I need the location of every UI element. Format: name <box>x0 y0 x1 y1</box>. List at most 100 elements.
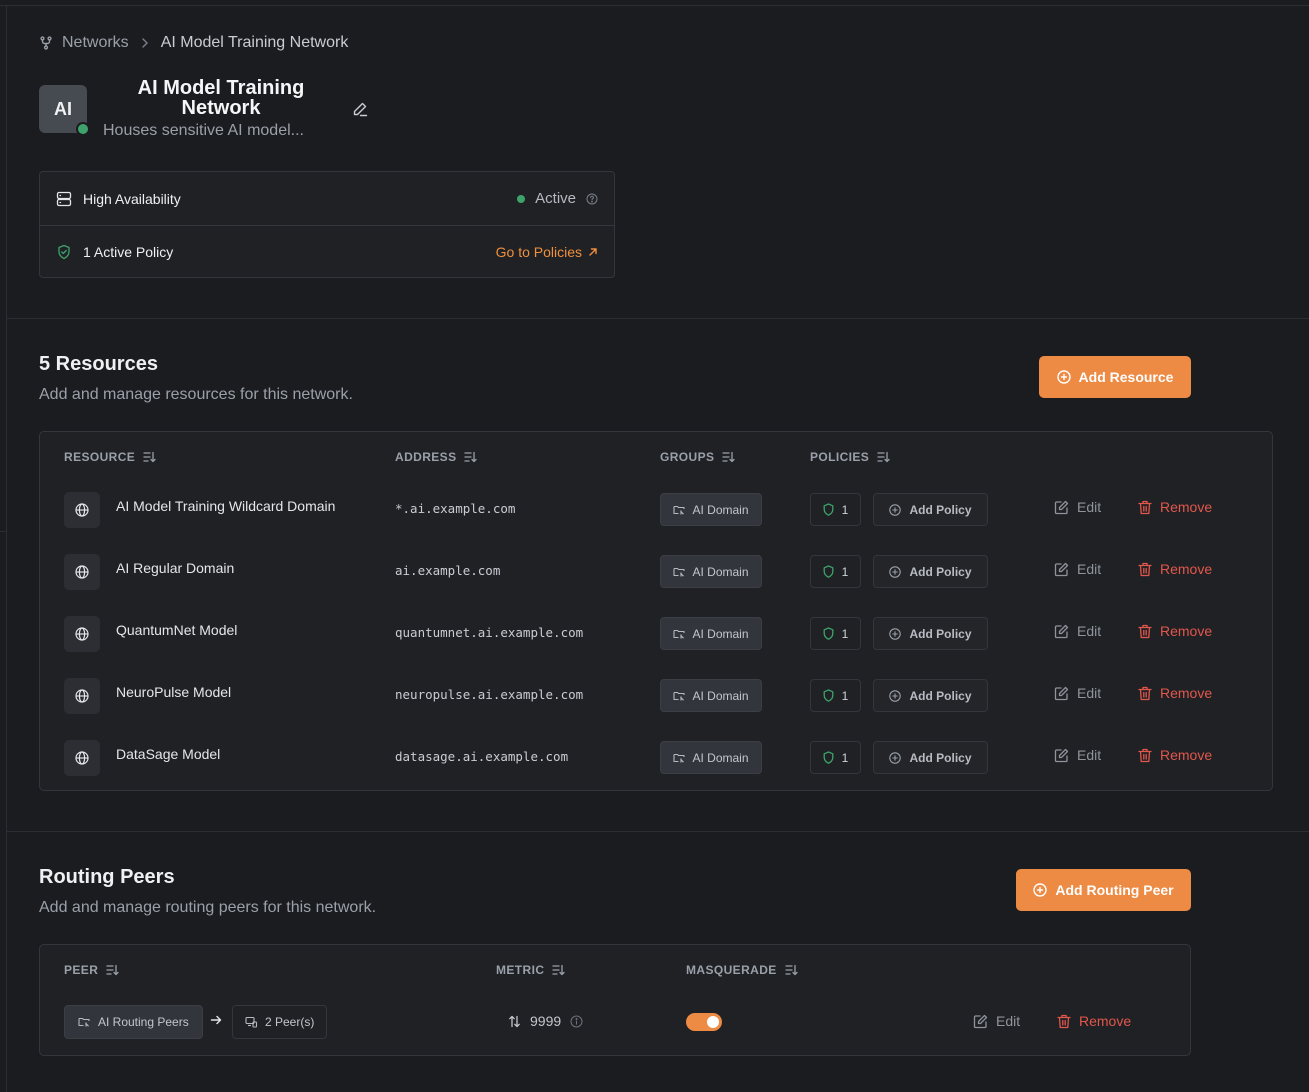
policy-count-badge[interactable]: 1 <box>810 679 861 712</box>
group-badge[interactable]: AI Domain <box>660 617 762 650</box>
add-policy-button[interactable]: Add Policy <box>873 741 988 774</box>
peer-count: 2 Peer(s) <box>265 1015 315 1029</box>
sort-icon <box>464 451 478 463</box>
peer-group-name: AI Routing Peers <box>98 1015 189 1029</box>
sort-icon <box>785 964 798 976</box>
column-header-masquerade[interactable]: MASQUERADE <box>686 963 798 977</box>
column-header-label: RESOURCE <box>64 450 136 464</box>
remove-button[interactable]: Remove <box>1138 561 1212 577</box>
folder-group-icon <box>673 566 686 578</box>
remove-button[interactable]: Remove <box>1138 623 1212 639</box>
column-header-resource[interactable]: RESOURCE <box>64 450 156 464</box>
shield-check-icon <box>56 244 72 260</box>
folder-group-icon <box>78 1016 91 1028</box>
group-name: AI Domain <box>692 626 749 641</box>
add-policy-label: Add Policy <box>909 626 972 641</box>
resource-name: AI Model Training Wildcard Domain <box>116 498 336 514</box>
metric-number: 9999 <box>530 1013 562 1029</box>
column-header-peer[interactable]: PEER <box>64 963 119 977</box>
column-header-address[interactable]: ADDRESS <box>395 450 478 464</box>
masquerade-toggle[interactable] <box>686 1013 722 1031</box>
column-header-metric[interactable]: METRIC <box>496 963 566 977</box>
group-name: AI Domain <box>692 750 749 765</box>
resource-address: *.ai.example.com <box>395 501 516 516</box>
remove-button[interactable]: Remove <box>1138 685 1212 701</box>
resource-name: NeuroPulse Model <box>116 684 232 700</box>
column-header-groups[interactable]: GROUPS <box>660 450 736 464</box>
edit-button[interactable]: Edit <box>1054 623 1101 639</box>
add-policy-label: Add Policy <box>909 688 972 703</box>
group-badge[interactable]: AI Domain <box>660 493 762 526</box>
arrow-right-icon <box>210 1014 222 1026</box>
go-to-policies-link[interactable]: Go to Policies <box>496 244 598 260</box>
edit-button[interactable]: Edit <box>1054 561 1101 577</box>
table-row: QuantumNet Model quantumnet.ai.example.c… <box>40 613 1272 653</box>
policy-count-badge[interactable]: 1 <box>810 555 861 588</box>
resources-table: RESOURCE ADDRESS GROUPS POLICIES AI Mode… <box>39 431 1273 791</box>
trash-icon <box>1057 1014 1071 1029</box>
policy-count-badge[interactable]: 1 <box>810 617 861 650</box>
sort-icon <box>143 451 156 463</box>
remove-label: Remove <box>1160 685 1213 701</box>
metric-value: 9999 <box>508 1013 583 1029</box>
section-divider <box>7 831 1309 832</box>
trash-icon <box>1138 686 1152 701</box>
online-status-dot <box>76 122 90 136</box>
active-policy-row: 1 Active Policy Go to Policies <box>40 225 614 278</box>
column-header-label: METRIC <box>496 963 545 977</box>
add-policy-button[interactable]: Add Policy <box>873 493 988 526</box>
edit-button[interactable]: Edit <box>1054 747 1101 763</box>
add-policy-button[interactable]: Add Policy <box>873 617 988 650</box>
edit-button[interactable]: Edit <box>1054 499 1101 515</box>
add-resource-button[interactable]: Add Resource <box>1039 356 1191 398</box>
remove-button[interactable]: Remove <box>1138 747 1212 763</box>
plus-circle-icon <box>889 751 902 764</box>
group-badge[interactable]: AI Domain <box>660 679 762 712</box>
policy-count: 1 <box>841 502 849 517</box>
edit-button[interactable]: Edit <box>1054 685 1101 701</box>
edit-button[interactable]: Edit <box>973 1013 1020 1029</box>
policy-count-badge[interactable]: 1 <box>810 493 861 526</box>
peer-group-badge[interactable]: AI Routing Peers <box>64 1005 203 1039</box>
add-policy-label: Add Policy <box>909 564 972 579</box>
column-header-policies[interactable]: POLICIES <box>810 450 890 464</box>
devices-icon <box>245 1016 258 1028</box>
resource-name: QuantumNet Model <box>116 622 238 638</box>
resources-title: 5 Resources <box>39 353 158 375</box>
remove-label: Remove <box>1160 499 1213 515</box>
edit-label: Edit <box>1077 623 1102 639</box>
group-badge[interactable]: AI Domain <box>660 555 762 588</box>
sort-icon <box>877 451 890 463</box>
column-header-label: GROUPS <box>660 450 715 464</box>
info-icon[interactable] <box>570 1015 583 1028</box>
routing-peers-table: PEER METRIC MASQUERADE AI Routing Peers … <box>39 944 1191 1056</box>
breadcrumb-networks-link[interactable]: Networks <box>62 34 129 52</box>
trash-icon <box>1138 624 1152 639</box>
network-description: Houses sensitive AI model... <box>103 122 304 139</box>
plus-circle-icon <box>889 503 902 516</box>
arrow-up-right-icon <box>588 247 598 257</box>
add-routing-peer-label: Add Routing Peer <box>1055 882 1174 898</box>
plus-circle-icon <box>889 627 902 640</box>
remove-button[interactable]: Remove <box>1057 1013 1131 1029</box>
add-policy-label: Add Policy <box>909 502 972 517</box>
group-badge[interactable]: AI Domain <box>660 741 762 774</box>
add-policy-button[interactable]: Add Policy <box>873 555 988 588</box>
arrows-up-down-icon <box>508 1015 521 1028</box>
remove-button[interactable]: Remove <box>1138 499 1212 515</box>
policy-count-badge[interactable]: 1 <box>810 741 861 774</box>
add-routing-peer-button[interactable]: Add Routing Peer <box>1016 869 1191 911</box>
add-policy-button[interactable]: Add Policy <box>873 679 988 712</box>
high-availability-row: High Availability Active <box>40 172 614 225</box>
edit-pencil-icon[interactable] <box>351 100 369 118</box>
peer-count-badge[interactable]: 2 Peer(s) <box>232 1005 328 1039</box>
table-row: AI Model Training Wildcard Domain *.ai.e… <box>40 489 1272 529</box>
edit-label: Edit <box>1077 561 1102 577</box>
breadcrumb-current: AI Model Training Network <box>160 34 349 51</box>
help-circle-icon[interactable] <box>586 193 598 205</box>
remove-label: Remove <box>1160 623 1213 639</box>
sort-icon <box>106 964 119 976</box>
ha-status: Active <box>535 190 576 207</box>
edit-icon <box>973 1014 988 1029</box>
edit-label: Edit <box>1077 685 1102 701</box>
